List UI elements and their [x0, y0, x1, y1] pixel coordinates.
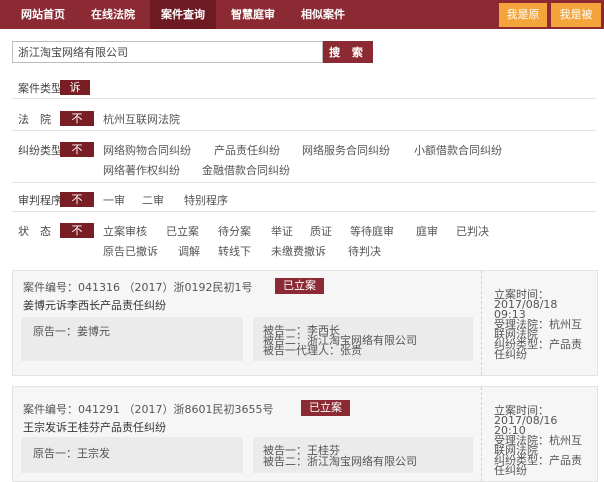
filter-selected-court[interactable]: 不 — [60, 111, 94, 126]
procedure-option[interactable]: 二审 — [142, 192, 164, 208]
filter-label-case-type: 案件类型 — [18, 82, 62, 95]
top-nav: 网站首页 在线法院 案件查询 智慧庭审 相似案件 我是原 我是被 — [0, 0, 604, 29]
dispute-type: 任纠纷 — [494, 348, 527, 361]
status-badge: 已立案 — [275, 278, 324, 294]
i-am-defendant-button[interactable]: 我是被 — [551, 3, 601, 27]
case-card[interactable]: 案件编号：041291 （2017）浙8601民初3655号 已立案 王宗发诉王… — [12, 386, 598, 482]
filter-selected-dispute-type[interactable]: 不 — [60, 142, 94, 157]
divider — [12, 130, 596, 131]
nav-case-query[interactable]: 案件查询 — [150, 0, 216, 29]
case-card-side: 立案时间： 2017/08/16 20:10 受理法院：杭州互 联网法院 纠纷类… — [481, 387, 599, 481]
case-card-side: 立案时间： 2017/08/18 09:13 受理法院：杭州互 联网法院 纠纷类… — [481, 271, 599, 375]
plaintiff-box: 原告一：王宗发 — [21, 437, 243, 473]
status-option[interactable]: 已立案 — [166, 223, 199, 239]
filter-label-dispute-type: 纠纷类型 — [18, 144, 62, 157]
case-card[interactable]: 案件编号：041316 （2017）浙0192民初1号 已立案 姜博元诉李西长产… — [12, 270, 598, 376]
court-option[interactable]: 杭州互联网法院 — [103, 111, 180, 127]
dispute-option[interactable]: 网络著作权纠纷 — [103, 162, 180, 178]
filter-label-court: 法 院 — [18, 113, 51, 126]
status-option[interactable]: 转线下 — [218, 243, 251, 259]
status-option[interactable]: 庭审 — [416, 223, 438, 239]
dispute-option[interactable]: 网络购物合同纠纷 — [103, 142, 191, 158]
plaintiff-name: 原告一：王宗发 — [33, 447, 110, 460]
status-option[interactable]: 立案审核 — [103, 223, 147, 239]
search-input[interactable] — [12, 41, 323, 63]
defendant-name: 被告二：浙江淘宝网络有限公司 — [263, 455, 417, 468]
nav-online-court[interactable]: 在线法院 — [80, 0, 146, 29]
status-option[interactable]: 原告已撤诉 — [103, 243, 158, 259]
case-number: 案件编号：041316 （2017）浙0192民初1号 — [23, 281, 253, 294]
filter-label-trial-procedure: 审判程序 — [18, 194, 62, 207]
case-card-main: 案件编号：041316 （2017）浙0192民初1号 已立案 姜博元诉李西长产… — [13, 271, 481, 375]
status-option[interactable]: 质证 — [310, 223, 332, 239]
defendant-box: 被告一：李西长 被告二：浙江淘宝网络有限公司 被告一代理人：张贵 — [253, 317, 473, 361]
dispute-type: 任纠纷 — [494, 464, 527, 477]
status-option[interactable]: 调解 — [178, 243, 200, 259]
divider — [12, 98, 596, 99]
case-title[interactable]: 王宗发诉王桂芬产品责任纠纷 — [23, 419, 166, 435]
dispute-option[interactable]: 小额借款合同纠纷 — [414, 142, 502, 158]
status-option[interactable]: 已判决 — [456, 223, 489, 239]
status-option[interactable]: 待判决 — [348, 243, 381, 259]
dispute-option[interactable]: 金融借款合同纠纷 — [202, 162, 290, 178]
dispute-option[interactable]: 网络服务合同纠纷 — [302, 142, 390, 158]
nav-smart-trial[interactable]: 智慧庭审 — [220, 0, 286, 29]
filter-label-status: 状 态 — [18, 225, 51, 238]
filter-selected-trial-procedure[interactable]: 不 — [60, 192, 94, 207]
search-button[interactable]: 搜 索 — [323, 41, 373, 63]
i-am-plaintiff-button[interactable]: 我是原 — [499, 3, 547, 27]
procedure-option[interactable]: 一审 — [103, 192, 125, 208]
defendant-box: 被告一：王桂芬 被告二：浙江淘宝网络有限公司 — [253, 437, 473, 473]
divider — [12, 182, 596, 183]
case-number: 案件编号：041291 （2017）浙8601民初3655号 — [23, 403, 274, 416]
case-card-main: 案件编号：041291 （2017）浙8601民初3655号 已立案 王宗发诉王… — [13, 387, 481, 481]
filter-selected-case-type[interactable]: 诉 — [60, 80, 90, 95]
status-option[interactable]: 未缴费撤诉 — [271, 243, 326, 259]
plaintiff-name: 原告一：姜博元 — [33, 325, 110, 338]
nav-similar-cases[interactable]: 相似案件 — [290, 0, 356, 29]
status-option[interactable]: 等待庭审 — [350, 223, 394, 239]
divider — [12, 211, 596, 212]
nav-home[interactable]: 网站首页 — [10, 0, 76, 29]
status-badge: 已立案 — [301, 400, 350, 416]
status-option[interactable]: 待分案 — [218, 223, 251, 239]
filter-selected-status[interactable]: 不 — [60, 223, 94, 238]
defendant-agent: 被告一代理人：张贵 — [263, 344, 362, 357]
plaintiff-box: 原告一：姜博元 — [21, 317, 243, 361]
procedure-option[interactable]: 特别程序 — [184, 192, 228, 208]
dispute-option[interactable]: 产品责任纠纷 — [214, 142, 280, 158]
status-option[interactable]: 举证 — [271, 223, 293, 239]
case-title[interactable]: 姜博元诉李西长产品责任纠纷 — [23, 297, 166, 313]
